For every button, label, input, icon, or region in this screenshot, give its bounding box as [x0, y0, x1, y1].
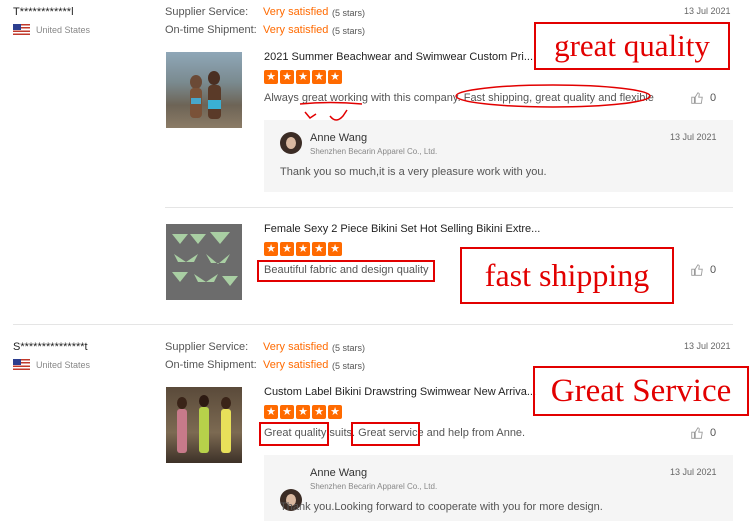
check-mark — [304, 111, 317, 119]
highlight-ellipse — [455, 84, 651, 108]
underline-mark — [299, 101, 363, 105]
annotation-strokes — [299, 84, 651, 121]
check-mark — [329, 109, 348, 121]
